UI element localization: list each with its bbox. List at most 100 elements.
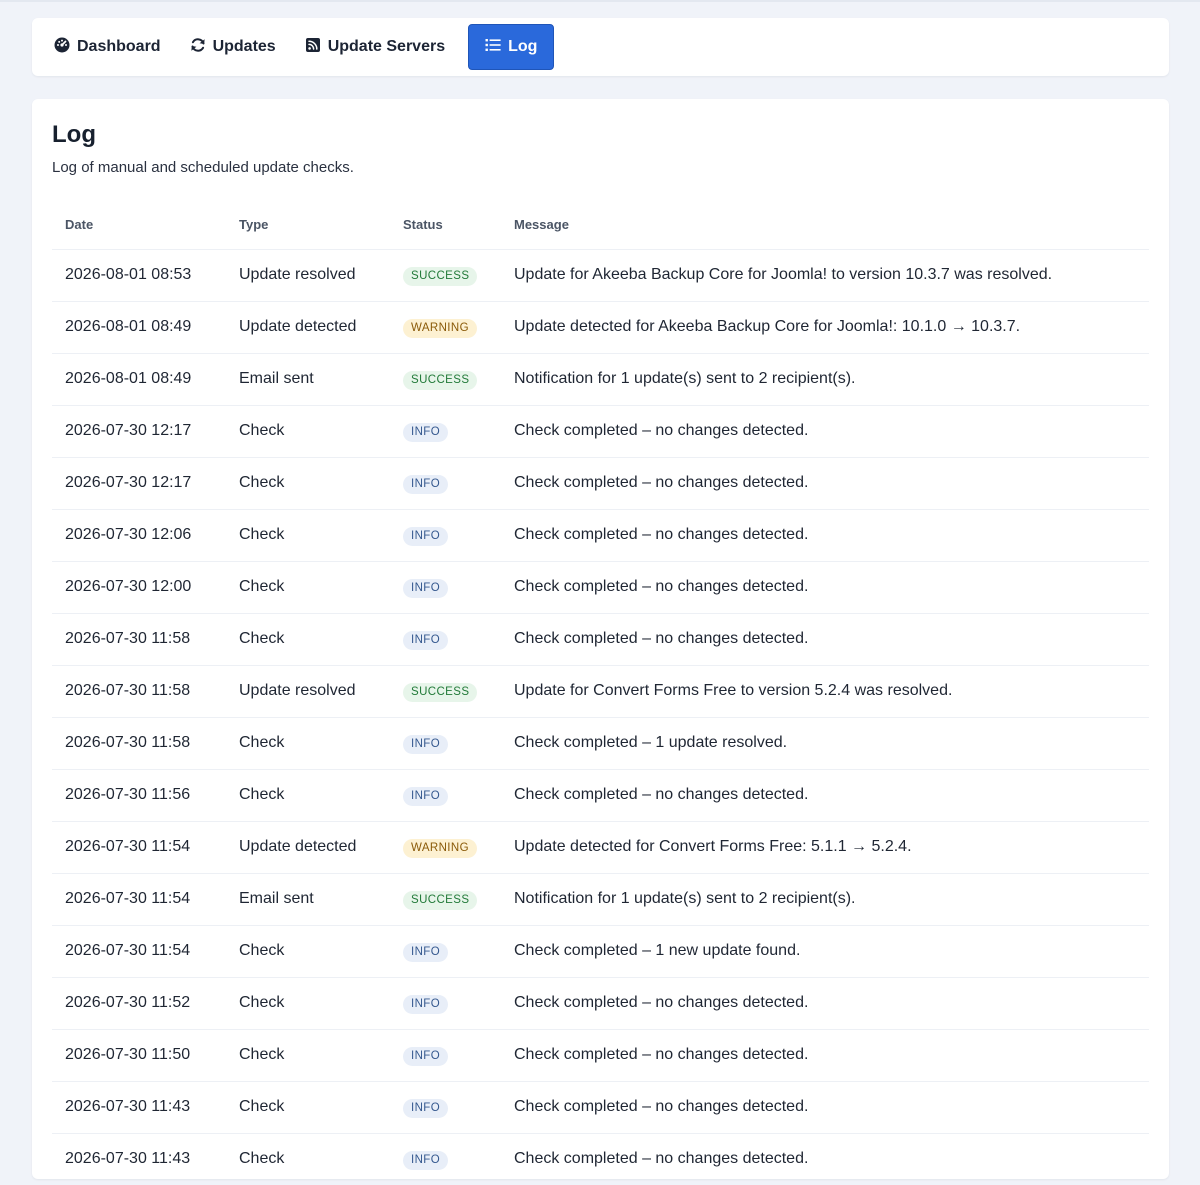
- log-type: Email sent: [226, 352, 403, 405]
- nav-tab-label: Updates: [212, 38, 276, 55]
- status-badge: INFO: [403, 786, 449, 806]
- nav-tab-dashboard[interactable]: Dashboard: [48, 24, 182, 70]
- log-table: Date Type Status Message 2026-08-01 08:5…: [52, 200, 1149, 1185]
- log-type: Check: [226, 404, 403, 457]
- log-status-cell: INFO: [403, 508, 514, 561]
- status-badge: INFO: [403, 994, 449, 1014]
- log-date: 2026-07-30 12:17: [52, 456, 226, 509]
- log-type: Update detected: [226, 820, 403, 873]
- log-type: Check: [226, 768, 403, 821]
- log-type: Check: [226, 716, 403, 769]
- nav-tab-label: Log: [508, 38, 538, 55]
- status-badge: INFO: [403, 1098, 449, 1118]
- table-row: 2026-07-30 11:58 Check INFO Check completed…: [52, 716, 1149, 769]
- log-date: 2026-08-01 08:53: [52, 248, 226, 301]
- log-message: Check completed – no changes detected.: [514, 976, 1149, 1029]
- log-status-cell: SUCCESS: [403, 664, 514, 717]
- log-message: Check completed – no changes detected.: [514, 768, 1149, 821]
- log-date: 2026-07-30 12:17: [52, 404, 226, 457]
- table-row: 2026-07-30 12:17 Check INFO Check completed…: [52, 404, 1149, 457]
- status-badge: INFO: [403, 422, 449, 442]
- nav-tab-update-servers[interactable]: Update Servers: [299, 24, 466, 70]
- log-date: 2026-07-30 11:58: [52, 664, 226, 717]
- log-date: 2026-07-30 11:54: [52, 820, 226, 873]
- column-header-message[interactable]: Message: [514, 200, 1149, 249]
- log-type: Check: [226, 560, 403, 613]
- table-row: 2026-07-30 11:58 Update resolved SUCCESS Up…: [52, 664, 1149, 717]
- log-date: 2026-07-30 11:52: [52, 976, 226, 1029]
- table-row: 2026-07-30 11:52 Check INFO Check completed…: [52, 976, 1149, 1029]
- log-status-cell: INFO: [403, 976, 514, 1029]
- status-badge: WARNING: [403, 838, 477, 858]
- log-status-cell: INFO: [403, 1080, 514, 1133]
- log-message: Check completed – no changes detected.: [514, 560, 1149, 613]
- log-type: Update resolved: [226, 248, 403, 301]
- log-status-cell: INFO: [403, 404, 514, 457]
- table-row: 2026-07-30 11:54 Email sent SUCCESS Notific…: [52, 872, 1149, 925]
- status-badge: INFO: [403, 474, 449, 494]
- log-type: Check: [226, 924, 403, 977]
- status-badge: SUCCESS: [403, 370, 478, 390]
- log-message: Update for Akeeba Backup Core for Joomla…: [514, 248, 1149, 301]
- table-row: 2026-07-30 11:58 Check INFO Check completed…: [52, 612, 1149, 665]
- log-type: Check: [226, 612, 403, 665]
- log-status-cell: INFO: [403, 924, 514, 977]
- log-status-cell: SUCCESS: [403, 352, 514, 405]
- log-date: 2026-07-30 12:00: [52, 560, 226, 613]
- log-type: Check: [226, 1028, 403, 1081]
- log-message: Check completed – no changes detected.: [514, 508, 1149, 561]
- log-date: 2026-08-01 08:49: [52, 352, 226, 405]
- table-row: 2026-08-01 08:53 Update resolved SUCCESS Up…: [52, 248, 1149, 301]
- log-type: Check: [226, 976, 403, 1029]
- status-badge: INFO: [403, 526, 449, 546]
- status-badge: INFO: [403, 734, 449, 754]
- log-message: Update detected for Akeeba Backup Core f…: [514, 300, 1149, 353]
- nav-tab-updates[interactable]: Updates: [184, 24, 297, 70]
- log-date: 2026-07-30 11:56: [52, 768, 226, 821]
- nav-tab-log[interactable]: Log: [468, 24, 555, 70]
- log-message: Notification for 1 update(s) sent to 2 r…: [514, 872, 1149, 925]
- table-row: 2026-07-30 11:54 Check INFO Check completed…: [52, 924, 1149, 977]
- table-row: 2026-08-01 08:49 Email sent SUCCESS Notific…: [52, 352, 1149, 405]
- table-row: 2026-07-30 12:17 Check INFO Check completed…: [52, 456, 1149, 509]
- log-message: Check completed – 1 new update found.: [514, 924, 1149, 977]
- log-date: 2026-07-30 11:58: [52, 716, 226, 769]
- log-type: Check: [226, 508, 403, 561]
- column-header-date[interactable]: Date: [52, 200, 226, 249]
- log-type: Check: [226, 456, 403, 509]
- table-row: 2026-08-01 08:49 Update detected WARNING Up…: [52, 300, 1149, 353]
- refresh-icon: [190, 37, 206, 58]
- log-date: 2026-07-30 11:43: [52, 1080, 226, 1133]
- log-status-cell: INFO: [403, 768, 514, 821]
- log-date: 2026-07-30 11:58: [52, 612, 226, 665]
- log-status-cell: INFO: [403, 612, 514, 665]
- log-message: Update detected for Convert Forms Free: …: [514, 820, 1149, 873]
- log-message: Check completed – no changes detected.: [514, 404, 1149, 457]
- log-date: 2026-07-30 11:54: [52, 924, 226, 977]
- table-row: 2026-07-30 11:54 Update detected WARNING Up…: [52, 820, 1149, 873]
- log-date: 2026-07-30 12:06: [52, 508, 226, 561]
- log-type: Update resolved: [226, 664, 403, 717]
- log-type: Email sent: [226, 872, 403, 925]
- list-icon: [485, 37, 501, 58]
- status-badge: SUCCESS: [403, 682, 478, 702]
- status-badge: INFO: [403, 578, 449, 598]
- status-badge: INFO: [403, 1046, 449, 1066]
- table-row: 2026-07-30 11:56 Check INFO Check completed…: [52, 768, 1149, 821]
- log-status-cell: INFO: [403, 1028, 514, 1081]
- log-panel: Log Log of manual and scheduled update c…: [32, 99, 1169, 1185]
- log-message: Check completed – no changes detected.: [514, 1028, 1149, 1081]
- main-navigation: Dashboard Updates Update Servers Log: [32, 18, 1169, 76]
- status-badge: INFO: [403, 1150, 449, 1170]
- log-status-cell: WARNING: [403, 820, 514, 873]
- gauge-icon: [54, 37, 70, 58]
- top-divider: [0, 0, 1200, 2]
- column-header-status[interactable]: Status: [403, 200, 514, 249]
- column-header-type[interactable]: Type: [226, 200, 403, 249]
- nav-tab-label: Update Servers: [327, 38, 446, 55]
- log-type: Check: [226, 1080, 403, 1133]
- log-message: Notification for 1 update(s) sent to 2 r…: [514, 352, 1149, 405]
- table-row: 2026-07-30 11:43 Check INFO Check completed…: [52, 1080, 1149, 1133]
- page-title: Log: [52, 121, 96, 148]
- log-date: 2026-08-01 08:49: [52, 300, 226, 353]
